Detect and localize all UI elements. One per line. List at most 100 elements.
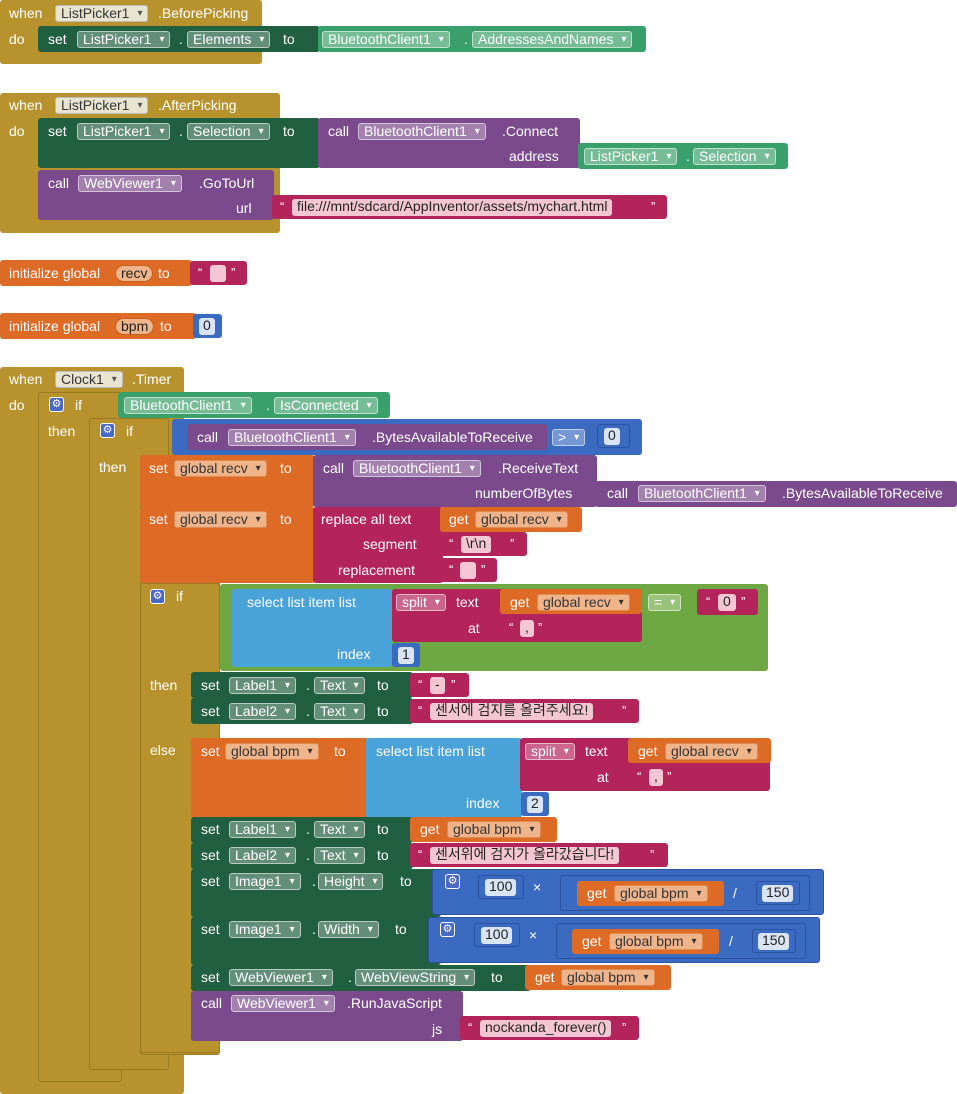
component-dropdown[interactable]: BluetoothClient1 bbox=[124, 397, 252, 414]
number-field[interactable]: 100 bbox=[481, 927, 513, 944]
set-label: set bbox=[149, 511, 168, 527]
dot: . bbox=[306, 821, 310, 837]
component-dropdown[interactable]: BluetoothClient1 bbox=[358, 123, 486, 140]
get-label: get bbox=[582, 933, 602, 949]
component-dropdown[interactable]: Label2 bbox=[229, 703, 297, 720]
property-dropdown[interactable]: Selection bbox=[187, 123, 270, 140]
variable-dropdown[interactable]: global recv bbox=[174, 460, 267, 477]
component-dropdown[interactable]: BluetoothClient1 bbox=[638, 485, 766, 502]
quote-open-icon: “ bbox=[418, 847, 423, 862]
do-label: do bbox=[9, 31, 25, 47]
component-dropdown[interactable]: BluetoothClient1 bbox=[228, 429, 356, 446]
number-field[interactable]: 0 bbox=[199, 318, 215, 335]
variable-dropdown[interactable]: global recv bbox=[665, 743, 758, 760]
property-dropdown[interactable]: Text bbox=[314, 821, 365, 838]
quote-open-icon: “ bbox=[468, 1020, 473, 1035]
quote-open-icon: “ bbox=[509, 620, 514, 635]
quote-close-icon: ” bbox=[231, 265, 236, 280]
property-dropdown[interactable]: IsConnected bbox=[274, 397, 378, 414]
component-dropdown[interactable]: WebViewer1 bbox=[231, 995, 335, 1012]
component-dropdown[interactable]: BluetoothClient1 bbox=[322, 31, 450, 48]
property-dropdown[interactable]: Selection bbox=[693, 148, 776, 165]
property-dropdown[interactable]: WebViewString bbox=[355, 969, 476, 986]
component-dropdown[interactable]: Label1 bbox=[229, 821, 297, 838]
variable-dropdown[interactable]: global bpm bbox=[609, 933, 703, 950]
property-dropdown[interactable]: Text bbox=[314, 703, 365, 720]
component-dropdown[interactable]: ListPicker1 bbox=[584, 148, 678, 165]
variable-dropdown[interactable]: global bpm bbox=[447, 821, 541, 838]
method-name: .GoToUrl bbox=[199, 175, 255, 191]
text-field[interactable]: \r\n bbox=[461, 536, 492, 553]
component-dropdown[interactable]: Label1 bbox=[229, 677, 297, 694]
variable-dropdown[interactable]: global recv bbox=[537, 594, 630, 611]
component-dropdown[interactable]: ListPicker1 bbox=[77, 31, 171, 48]
component-dropdown[interactable]: Label2 bbox=[229, 847, 297, 864]
variable-dropdown[interactable]: global bpm bbox=[225, 743, 319, 760]
variable-name-field[interactable]: recv bbox=[115, 265, 154, 282]
dot: . bbox=[179, 31, 183, 47]
component-dropdown[interactable]: ListPicker1 bbox=[55, 5, 149, 22]
operator-dropdown[interactable]: > bbox=[552, 429, 586, 446]
select-list-item-label: select list item list bbox=[247, 594, 356, 610]
text-field[interactable]: nockanda_forever() bbox=[480, 1020, 612, 1037]
variable-dropdown[interactable]: global bpm bbox=[561, 969, 655, 986]
set-label: set bbox=[201, 677, 220, 693]
event-name: .AfterPicking bbox=[158, 97, 237, 113]
operator-dropdown[interactable]: = bbox=[648, 594, 682, 611]
blocks-workspace[interactable]: when ListPicker1 .BeforePicking do set L… bbox=[0, 0, 957, 1094]
gear-icon[interactable]: ⚙ bbox=[150, 589, 165, 604]
number-field[interactable]: 0 bbox=[604, 428, 620, 445]
component-dropdown[interactable]: ListPicker1 bbox=[55, 97, 149, 114]
text-field[interactable]: , bbox=[520, 620, 534, 637]
text-field[interactable] bbox=[210, 265, 226, 282]
component-dropdown[interactable]: Clock1 bbox=[55, 371, 123, 388]
to-label: to bbox=[491, 969, 503, 985]
property-dropdown[interactable]: Width bbox=[318, 921, 379, 938]
component-dropdown[interactable]: Image1 bbox=[229, 873, 301, 890]
text-field[interactable] bbox=[460, 562, 476, 579]
property-dropdown[interactable]: Text bbox=[314, 847, 365, 864]
property-dropdown[interactable]: Text bbox=[314, 677, 365, 694]
to-label: to bbox=[377, 677, 389, 693]
variable-name-field[interactable]: bpm bbox=[115, 318, 155, 335]
get-label: get bbox=[638, 743, 658, 759]
get-label: get bbox=[535, 969, 555, 985]
property-dropdown[interactable]: AddressesAndNames bbox=[472, 31, 633, 48]
get-label: get bbox=[587, 885, 607, 901]
text-field[interactable]: , bbox=[649, 769, 663, 786]
text-field[interactable]: 센서에 검지를 올려주세요! bbox=[430, 703, 594, 720]
component-dropdown[interactable]: Image1 bbox=[229, 921, 301, 938]
number-field[interactable]: 150 bbox=[762, 885, 794, 902]
text-field[interactable]: 0 bbox=[718, 594, 736, 611]
number-field[interactable]: 2 bbox=[527, 796, 543, 813]
text-field[interactable]: - bbox=[430, 677, 445, 694]
number-field[interactable]: 100 bbox=[485, 879, 517, 896]
property-dropdown[interactable]: Elements bbox=[187, 31, 271, 48]
gear-icon[interactable]: ⚙ bbox=[49, 397, 64, 412]
number-field[interactable]: 150 bbox=[758, 933, 790, 950]
gear-icon[interactable]: ⚙ bbox=[445, 874, 460, 889]
component-dropdown[interactable]: WebViewer1 bbox=[78, 175, 182, 192]
component-dropdown[interactable]: BluetoothClient1 bbox=[353, 460, 481, 477]
component-dropdown[interactable]: ListPicker1 bbox=[77, 123, 171, 140]
gear-icon[interactable]: ⚙ bbox=[440, 922, 455, 937]
variable-dropdown[interactable]: global bpm bbox=[614, 885, 708, 902]
variable-dropdown[interactable]: global recv bbox=[475, 511, 568, 528]
set-label: set bbox=[201, 873, 220, 889]
gear-icon[interactable]: ⚙ bbox=[100, 423, 115, 438]
quote-open-icon: “ bbox=[637, 769, 642, 784]
arg-label: index bbox=[337, 646, 371, 662]
split-dropdown[interactable]: split bbox=[396, 594, 446, 611]
arg-label: at bbox=[468, 620, 480, 636]
split-dropdown[interactable]: split bbox=[525, 743, 575, 760]
multiply-operator: × bbox=[529, 927, 538, 943]
to-label: to bbox=[280, 511, 292, 527]
property-dropdown[interactable]: Height bbox=[318, 873, 384, 890]
number-field[interactable]: 1 bbox=[398, 647, 414, 664]
set-label: set bbox=[48, 123, 67, 139]
text-field[interactable]: 센서위에 검지가 올라갔습니다! bbox=[430, 847, 620, 864]
component-dropdown[interactable]: WebViewer1 bbox=[229, 969, 333, 986]
text-field[interactable]: file:///mnt/sdcard/AppInventor/assets/my… bbox=[292, 199, 613, 216]
set-label: set bbox=[201, 703, 220, 719]
variable-dropdown[interactable]: global recv bbox=[174, 511, 267, 528]
